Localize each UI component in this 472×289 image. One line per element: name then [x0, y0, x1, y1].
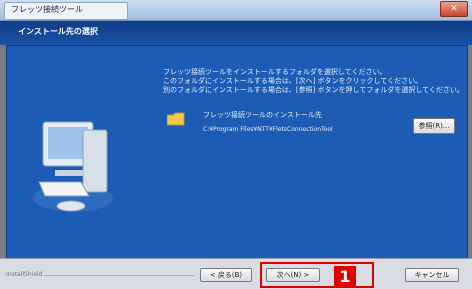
next-button-highlight: [260, 262, 374, 288]
instruction-text: フレッツ接続ツールをインストールするフォルダを選択してください。 このフォルダに…: [163, 68, 464, 95]
computer-icon: [33, 121, 113, 212]
folder-icon: [167, 112, 185, 126]
folder-label: フレッツ接続ツールのインストール先: [203, 111, 322, 119]
title-bar: フレッツ接続ツール ✕: [0, 0, 472, 21]
main-panel: フレッツ接続ツールをインストールするフォルダを選択してください。 このフォルダに…: [6, 45, 468, 259]
installer-window: フレッツ接続ツール ✕ インストール先の選択 フレッツ接続ツールをインストールす…: [0, 0, 472, 289]
window-title: フレッツ接続ツール: [11, 5, 83, 14]
window-tab[interactable]: フレッツ接続ツール: [4, 2, 128, 20]
close-button[interactable]: ✕: [440, 1, 468, 17]
page-title: インストール先の選択: [18, 27, 98, 36]
cancel-button[interactable]: キャンセル: [405, 268, 459, 282]
instruction-line: フレッツ接続ツールをインストールするフォルダを選択してください。: [163, 68, 387, 76]
header-band: インストール先の選択: [0, 21, 472, 45]
folder-path: C:¥Program Files¥NTT¥FletsConnectionTool: [203, 126, 333, 133]
instruction-line: 別のフォルダにインストールする場合は、[参照] ボタンを押してフォルダを選択して…: [163, 86, 464, 94]
instruction-line: このフォルダにインストールする場合は、[次へ] ボタンをクリックしてください。: [163, 77, 423, 85]
installshield-label: InstallShield: [6, 271, 43, 278]
browse-button[interactable]: 参照(R)...: [413, 118, 455, 134]
footer-bar: InstallShield < 戻る(B) 次へ(N) > キャンセル: [0, 258, 472, 289]
back-button[interactable]: < 戻る(B): [200, 268, 252, 282]
footer-divider: [44, 275, 194, 276]
step-number-badge: 1: [334, 266, 356, 288]
